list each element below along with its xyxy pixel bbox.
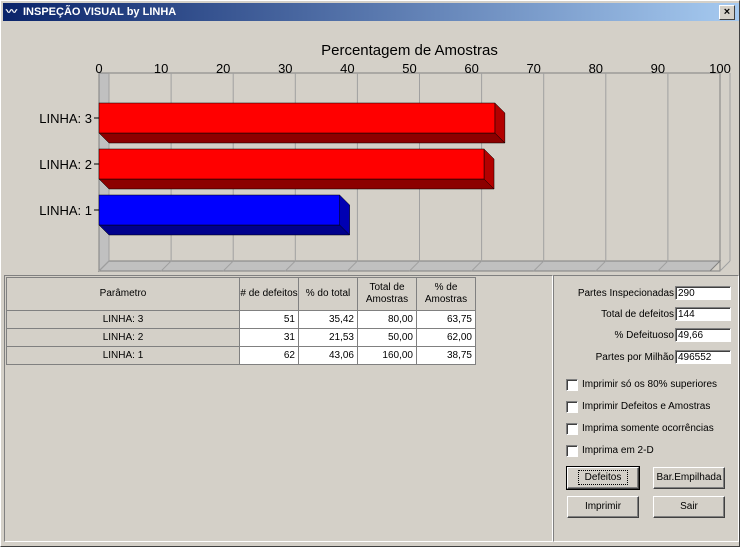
chart-floor (97, 260, 722, 272)
cell-defeitos: 62 (239, 346, 299, 365)
checkbox[interactable] (566, 379, 578, 391)
cell-parametro: LINHA: 2 (6, 328, 240, 347)
x-tick-label: 80 (589, 61, 603, 76)
table-row[interactable]: LINHA: 3 51 35,42 80,00 63,75 (6, 310, 476, 329)
y-category-label: LINHA: 3 (39, 111, 92, 126)
cell-pct-total: 35,42 (298, 310, 358, 329)
option-label: Imprima em 2-D (582, 445, 654, 456)
bar-depth-face (98, 224, 351, 236)
sair-button[interactable]: Sair (653, 496, 725, 518)
option-label: Imprima somente ocorrências (582, 423, 714, 434)
partes-milhao-field[interactable]: 496552 (675, 350, 731, 364)
cell-total-amostras: 80,00 (357, 310, 417, 329)
x-tick-label: 70 (526, 61, 540, 76)
summary-panel: Partes Inspecionadas 290 Total de defeit… (553, 275, 739, 542)
pct-defeituoso-field[interactable]: 49,66 (675, 328, 731, 342)
defeitos-button-label: Defeitos (577, 470, 629, 485)
x-tick-label: 60 (464, 61, 478, 76)
grid-line (719, 260, 731, 272)
x-tick-label: 0 (95, 61, 102, 76)
x-tick-label: 20 (216, 61, 230, 76)
partes-milhao-row: Partes por Milhão 496552 (554, 350, 738, 366)
header-total-amostras[interactable]: Total de Amostras (357, 277, 417, 311)
bar (98, 102, 496, 134)
cell-total-amostras: 160,00 (357, 346, 417, 365)
bar-chart: Percentagem de Amostras 0 10 20 30 40 50 60 70 80… (39, 42, 731, 273)
header-defeitos[interactable]: # de defeitos (239, 277, 299, 311)
imprimir-button[interactable]: Imprimir (567, 496, 639, 518)
partes-inspecionadas-label: Partes Inspecionadas (577, 288, 674, 299)
table-row[interactable]: LINHA: 1 62 43,06 160,00 38,75 (6, 346, 476, 365)
checkbox[interactable] (566, 401, 578, 413)
bar (98, 194, 340, 226)
bar-depth-face (98, 178, 495, 190)
x-tick-label: 40 (340, 61, 354, 76)
bar-empilhada-button[interactable]: Bar.Empilhada (653, 467, 725, 489)
x-tick-label: 50 (402, 61, 416, 76)
x-tick-label: 10 (154, 61, 168, 76)
partes-inspecionadas-row: Partes Inspecionadas 290 (554, 286, 738, 302)
option-label: Imprimir só os 80% superiores (582, 379, 718, 390)
table-row[interactable]: LINHA: 2 31 21,53 50,00 62,00 (6, 328, 476, 347)
cell-pct-total: 21,53 (298, 328, 358, 347)
option-label: Imprimir Defeitos e Amostras (582, 401, 711, 412)
partes-milhao-label: Partes por Milhão (595, 352, 674, 363)
chart-title: Percentagem de Amostras (321, 42, 498, 59)
checkbox[interactable] (566, 423, 578, 435)
bar (98, 148, 485, 180)
data-table: Parâmetro # de defeitos % do total Total… (6, 277, 476, 365)
cell-parametro: LINHA: 3 (6, 310, 240, 329)
x-tick-label: 100 (709, 61, 731, 76)
pct-defeituoso-label: % Defeituoso (614, 330, 674, 341)
y-category-label: LINHA: 2 (39, 157, 92, 172)
x-tick-label: 90 (651, 61, 665, 76)
total-defeitos-label: Total de defeitos (601, 309, 674, 320)
total-defeitos-row: Total de defeitos 144 (554, 307, 738, 323)
cell-defeitos: 51 (239, 310, 299, 329)
main-window: 〰 INSPEÇÃO VISUAL by LINHA × Percentagem… (0, 0, 740, 547)
title-bar: 〰 INSPEÇÃO VISUAL by LINHA × (3, 3, 739, 21)
header-pct-total[interactable]: % do total (298, 277, 358, 311)
bar-depth-face (98, 132, 506, 144)
pct-defeituoso-row: % Defeituoso 49,66 (554, 328, 738, 344)
header-pct-amostras[interactable]: % de Amostras (416, 277, 476, 311)
data-table-panel: Parâmetro # de defeitos % do total Total… (4, 275, 553, 542)
cell-total-amostras: 50,00 (357, 328, 417, 347)
partes-inspecionadas-field[interactable]: 290 (675, 286, 731, 300)
window-title: INSPEÇÃO VISUAL by LINHA (23, 6, 177, 18)
cell-pct-total: 43,06 (298, 346, 358, 365)
x-tick-label: 30 (278, 61, 292, 76)
cell-pct-amostras: 38,75 (416, 346, 476, 365)
y-category-label: LINHA: 1 (39, 203, 92, 218)
cell-pct-amostras: 63,75 (416, 310, 476, 329)
defeitos-button[interactable]: Defeitos (566, 466, 640, 490)
app-icon: 〰 (6, 6, 17, 18)
chart-area: Percentagem de Amostras 0 10 20 30 40 50 60 70 80… (4, 23, 737, 273)
total-defeitos-field[interactable]: 144 (675, 307, 731, 321)
close-button[interactable]: × (719, 5, 735, 20)
header-parametro[interactable]: Parâmetro (6, 277, 240, 311)
checkbox[interactable] (566, 445, 578, 457)
cell-defeitos: 31 (239, 328, 299, 347)
cell-parametro: LINHA: 1 (6, 346, 240, 365)
cell-pct-amostras: 62,00 (416, 328, 476, 347)
